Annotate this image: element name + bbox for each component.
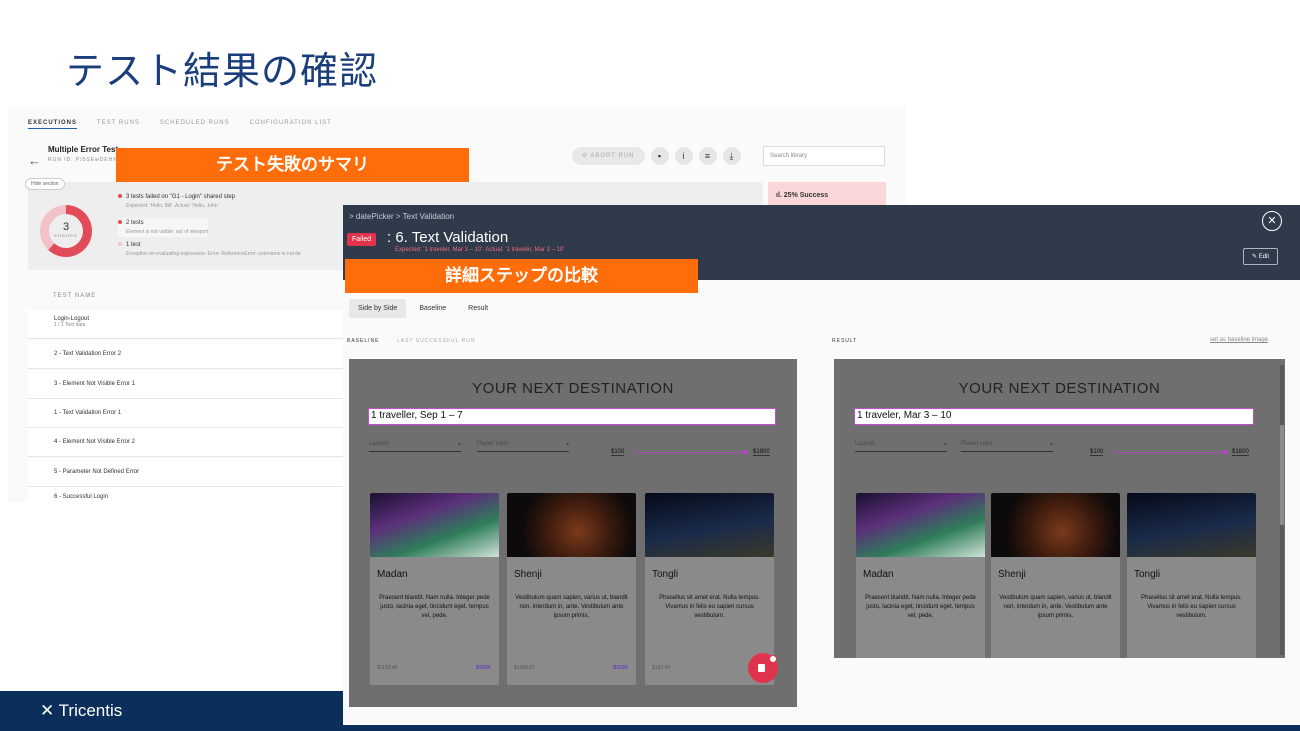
comment-icon[interactable]: ▪ [650, 147, 669, 165]
search-library-input[interactable]: Search library [763, 146, 885, 166]
top-tabs: EXECUTIONS TEST RUNS SCHEDULED RUNS CONF… [28, 120, 332, 129]
tongli-image [645, 493, 774, 557]
baseline-label: BASELINE [347, 338, 380, 344]
destination-card: Madan Praesent blandit. Nam nulla. Integ… [370, 493, 499, 685]
table-row[interactable]: 2 - Text Validation Error 2 [28, 340, 368, 369]
dialog-subtitle: Expected: '1 traveler, Mar 3 – 10'. Actu… [395, 247, 565, 253]
test-name-header: TEST NAME [53, 293, 97, 299]
failure-item[interactable]: 2 tests Element is not visible: out of v… [118, 218, 209, 237]
set-baseline-link[interactable]: set as baseline image [1210, 337, 1268, 343]
failure-item[interactable]: 1 test Exception on evaluating expressio… [118, 242, 301, 257]
tab-result[interactable]: Result [459, 299, 497, 318]
slider-thumb [1223, 450, 1228, 455]
traveller-field: 1 traveler, Mar 3 – 10 [854, 408, 1254, 425]
price-min: $100 [611, 449, 625, 456]
dialog-title: : 6. Text Validation [387, 229, 509, 246]
errors-label: ERRORS [54, 233, 78, 238]
edit-button[interactable]: ✎ Edit [1243, 248, 1279, 265]
summary-callout: テスト失敗のサマリ [116, 148, 469, 182]
slider-thumb [743, 450, 748, 455]
tongli-image [1127, 493, 1256, 557]
run-title: Multiple Error Test [48, 145, 119, 154]
shenji-image [991, 493, 1120, 557]
tab-executions[interactable]: EXECUTIONS [28, 120, 78, 129]
table-row[interactable]: 3 - Element Not Visible Error 1 [28, 370, 368, 399]
info-icon[interactable]: i [674, 147, 693, 165]
destination-card: Shenji Vestibulum quam sapien, varius ut… [991, 493, 1120, 658]
destination-heading: YOUR NEXT DESTINATION [958, 380, 1161, 397]
madan-image [856, 493, 985, 557]
table-row[interactable]: 6 - Successful Login [28, 487, 368, 502]
table-row[interactable]: 4 - Element Not Visible Error 2 [28, 428, 368, 457]
destination-heading: YOUR NEXT DESTINATION [472, 380, 674, 397]
tab-scheduled-runs[interactable]: SCHEDULED RUNS [160, 120, 230, 129]
launch-select: Launch ▾ [855, 441, 947, 452]
pink-dot-icon [118, 242, 122, 246]
planet-color-select: Planet color ▾ [477, 441, 569, 452]
close-icon[interactable]: ✕ [1262, 211, 1282, 231]
status-badge: Failed [347, 233, 377, 246]
tricentis-logo: ✕ Tricentis [40, 701, 123, 720]
madan-image [370, 493, 499, 557]
tab-test-runs[interactable]: TEST RUNS [97, 120, 140, 129]
price-slider [1115, 452, 1225, 453]
breadcrumb[interactable]: > datePicker > Text Validation [349, 212, 454, 221]
slide: テスト結果の確認 EXECUTIONS TEST RUNS SCHEDULED … [0, 0, 1300, 731]
launch-select: Launch ▾ [369, 441, 461, 452]
view-tabs: Side by Side Baseline Result [349, 299, 497, 318]
table-row[interactable]: 5 - Parameter Not Defined Error [28, 458, 368, 487]
slide-title: テスト結果の確認 [66, 49, 379, 93]
run-id: RUN ID: PI5SEwDEHN [48, 157, 118, 163]
failure-item[interactable]: 3 tests failed on "G1 - Login" shared st… [118, 194, 235, 209]
price-max: $1800 [1232, 449, 1249, 456]
tab-configuration-list[interactable]: CONFIGURATION LIST [250, 120, 332, 129]
stop-icon [758, 664, 765, 672]
hide-section-button[interactable]: Hide section [25, 178, 65, 190]
red-dot-icon [118, 194, 122, 198]
destination-card: Shenji Vestibulum quam sapien, varius ut… [507, 493, 636, 685]
download-icon[interactable]: ⤓ [722, 147, 741, 165]
fab-badge [769, 655, 777, 663]
filter-icon[interactable]: ≡ [698, 147, 717, 165]
destination-card: Madan Praesent blandit. Nam nulla. Integ… [856, 493, 985, 658]
last-run-label[interactable]: LAST SUCCESSFUL RUN [397, 338, 475, 344]
result-screenshot: YOUR NEXT DESTINATION 1 traveler, Mar 3 … [834, 359, 1285, 658]
table-row[interactable]: Login-Logout 1 / 1 Test data [28, 310, 368, 339]
steps-callout: 詳細ステップの比較 [345, 259, 698, 293]
planet-color-select: Planet color ▾ [961, 441, 1053, 452]
price-min: $100 [1090, 449, 1104, 456]
toolbar: ⊖ ABORT RUN ▪ i ≡ ⤓ [572, 147, 741, 165]
scrollbar-thumb[interactable] [1280, 425, 1284, 525]
tab-baseline[interactable]: Baseline [410, 299, 455, 318]
table-row[interactable]: 1 - Text Validation Error 1 [28, 399, 368, 428]
back-arrow-icon[interactable]: ← [28, 153, 41, 168]
price-slider [636, 452, 744, 453]
shenji-image [507, 493, 636, 557]
errors-donut: 3 ERRORS [40, 205, 92, 257]
price-max: $1800 [753, 449, 770, 456]
destination-card: Tongli Phasellus sit amet erat. Nulla te… [1127, 493, 1256, 658]
baseline-screenshot: YOUR NEXT DESTINATION 1 traveller, Sep 1… [349, 359, 797, 707]
tab-side-by-side[interactable]: Side by Side [349, 299, 407, 318]
result-label: RESULT [832, 338, 858, 344]
traveller-field: 1 traveller, Sep 1 – 7 [368, 408, 776, 425]
abort-run-button[interactable]: ⊖ ABORT RUN [572, 147, 645, 165]
errors-count: 3 [62, 221, 70, 233]
red-dot-icon [118, 220, 122, 224]
